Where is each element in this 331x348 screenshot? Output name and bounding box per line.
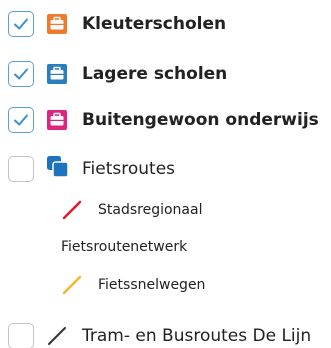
fietssnelwegen-label: Fietssnelwegen bbox=[98, 277, 206, 293]
buitengewoon-onderwijs-label: Buitengewoon onderwijs bbox=[82, 110, 319, 130]
stadsregionaal-label: Stadsregionaal bbox=[98, 202, 203, 218]
kleuterscholen-label: Kleuterscholen bbox=[82, 14, 227, 34]
buitengewoon-onderwijs-checkbox[interactable] bbox=[8, 107, 34, 133]
fietsroutes-label: Fietsroutes bbox=[82, 159, 176, 179]
lagere-scholen-label: Lagere scholen bbox=[82, 64, 228, 84]
stacked-layers-icon bbox=[47, 156, 69, 178]
briefcase-icon bbox=[47, 14, 67, 34]
red-line-icon bbox=[62, 200, 82, 220]
fietsroutes-checkbox[interactable] bbox=[8, 156, 34, 182]
orange-line-icon bbox=[62, 275, 82, 295]
checkmark-icon bbox=[14, 18, 28, 30]
checkmark-icon bbox=[14, 114, 28, 126]
layer-row-kleuterscholen[interactable]: Kleuterscholen bbox=[0, 10, 331, 38]
kleuterscholen-checkbox[interactable] bbox=[8, 11, 34, 37]
briefcase-icon bbox=[47, 110, 67, 130]
lagere-scholen-checkbox[interactable] bbox=[8, 61, 34, 87]
tram-busroutes-label: Tram- en Busroutes De Lijn bbox=[82, 326, 312, 346]
layer-row-lagere-scholen[interactable]: Lagere scholen bbox=[0, 60, 331, 88]
briefcase-icon bbox=[47, 64, 67, 84]
layer-list: Kleuterscholen Lagere scholen Buitengewo… bbox=[0, 0, 331, 348]
fietsroutenetwerk-label: Fietsroutenetwerk bbox=[61, 239, 188, 255]
tram-busroutes-checkbox[interactable] bbox=[8, 323, 34, 348]
layer-row-tram-busroutes[interactable]: Tram- en Busroutes De Lijn bbox=[0, 322, 331, 348]
checkmark-icon bbox=[14, 68, 28, 80]
layer-row-fietsroutes[interactable]: Fietsroutes bbox=[0, 155, 331, 183]
line-icon bbox=[48, 327, 66, 345]
legend-item-fietssnelwegen: Fietssnelwegen bbox=[0, 273, 331, 297]
layer-row-buitengewoon-onderwijs[interactable]: Buitengewoon onderwijs bbox=[0, 106, 331, 134]
legend-item-stadsregionaal: Stadsregionaal bbox=[0, 198, 331, 222]
